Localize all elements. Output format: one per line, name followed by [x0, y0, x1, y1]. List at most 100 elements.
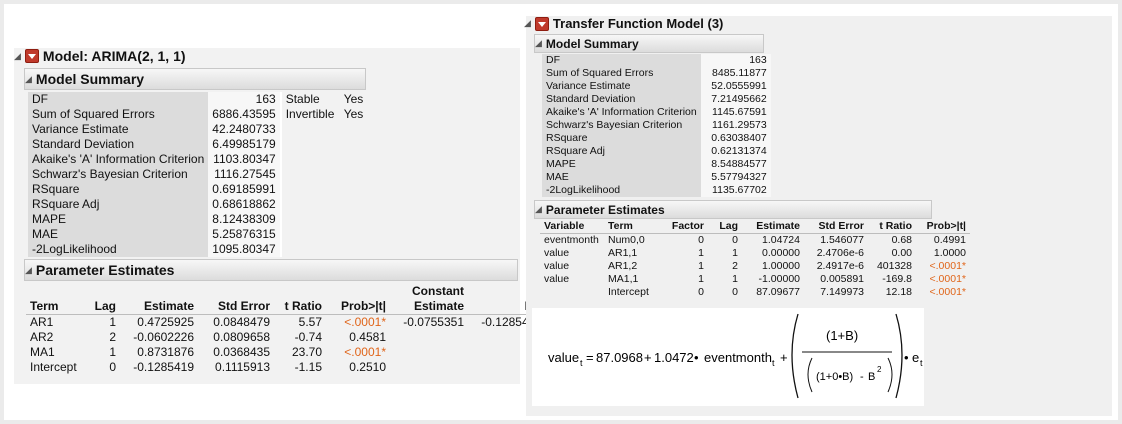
- summary-label: Variance Estimate: [28, 122, 209, 137]
- param-header-top: Constant: [412, 284, 464, 298]
- param-cell: value: [544, 273, 570, 285]
- param-cell: 0.0809658: [213, 330, 270, 344]
- summary-value2: [340, 197, 368, 212]
- param-header[interactable]: Term: [26, 299, 90, 315]
- param-row: MA1 1 0.8731876 0.0368435 23.70 <.0001*: [26, 345, 546, 360]
- disclosure-icon[interactable]: ◢: [535, 38, 542, 49]
- disclosure-icon[interactable]: ◢: [25, 74, 32, 85]
- summary-label2: [282, 152, 340, 167]
- summary-value2: [340, 167, 368, 182]
- param-header[interactable]: Lag: [90, 299, 120, 315]
- model-summary-title: Model Summary: [35, 71, 145, 87]
- eq-lhs: value: [548, 350, 579, 365]
- arima-model-summary-table: DF 163 Stable Yes Sum of Squared Errors 6886.…: [28, 92, 367, 257]
- summary-row: Variance Estimate 52.0555991: [542, 80, 771, 93]
- param-cell: [390, 360, 468, 375]
- summary-value2: Yes: [343, 107, 364, 121]
- param-row: AR1 1 0.4725925 0.0848479 5.57 <.0001* -0.0755…: [26, 315, 546, 331]
- eq-den-minus: -: [860, 371, 864, 383]
- summary-value: 163: [700, 54, 771, 67]
- param-cell: MA1,1: [608, 273, 639, 285]
- disclosure-icon[interactable]: ◢: [14, 51, 21, 62]
- param-cell: 401328: [876, 260, 912, 272]
- summary-value2: [340, 137, 368, 152]
- summary-value: 1135.67702: [700, 184, 771, 197]
- summary-label: Akaike's 'A' Information Criterion: [542, 106, 701, 119]
- summary-value: 1161.29573: [700, 119, 771, 132]
- param-cell: [540, 286, 604, 299]
- tf-parameter-estimates-header[interactable]: ◢ Parameter Estimates: [534, 200, 932, 219]
- summary-value: 5.57794327: [700, 171, 771, 184]
- param-header[interactable]: Prob>|t|: [326, 299, 390, 315]
- summary-row: RSquare 0.63038407: [542, 132, 771, 145]
- param-header[interactable]: t Ratio: [868, 220, 916, 234]
- param-row: value MA1,1 1 1 -1.00000 0.005891 -169.8 <.0001…: [540, 273, 970, 286]
- arima-report-header[interactable]: ◢ Model: ARIMA(2, 1, 1): [14, 48, 186, 64]
- eq-den-close-paren: [887, 357, 893, 393]
- param-cell: -169.8: [882, 273, 912, 285]
- param-header[interactable]: Factor: [662, 220, 708, 234]
- param-cell: -0.0602226: [133, 330, 194, 344]
- param-cell: 0.1115913: [215, 360, 270, 374]
- eq-var-sub: t: [772, 358, 775, 368]
- eq-den-part1: (1+0•B): [816, 371, 853, 383]
- red-triangle-menu-icon[interactable]: [24, 49, 39, 63]
- red-triangle-menu-icon[interactable]: [534, 16, 549, 31]
- disclosure-icon[interactable]: ◢: [25, 265, 32, 276]
- param-cell: 0: [109, 360, 116, 374]
- param-cell: 0.4581: [349, 330, 386, 344]
- summary-label: Akaike's 'A' Information Criterion: [28, 152, 209, 167]
- summary-label: DF: [28, 92, 209, 107]
- model-summary-header[interactable]: ◢ Model Summary: [24, 68, 366, 90]
- param-header[interactable]: t Ratio: [274, 299, 326, 315]
- param-header[interactable]: Variable: [540, 220, 604, 234]
- param-cell: <.0001*: [344, 345, 386, 359]
- summary-label: RSquare Adj: [28, 197, 209, 212]
- summary-value: 0.62131374: [700, 145, 771, 158]
- param-header[interactable]: Prob>|t|: [916, 220, 970, 234]
- param-cell: value: [544, 260, 570, 272]
- summary-label: Variance Estimate: [542, 80, 701, 93]
- summary-label2: [282, 227, 340, 242]
- eq-err: e: [912, 350, 919, 365]
- param-cell: 0.0848479: [213, 315, 270, 329]
- summary-label2: [282, 182, 340, 197]
- summary-value: 0.69185991: [208, 182, 280, 197]
- param-header[interactable]: Estimate: [120, 299, 198, 315]
- param-header[interactable]: Lag: [708, 220, 742, 234]
- param-header[interactable]: Estimate: [390, 299, 468, 315]
- summary-value2: [340, 122, 368, 137]
- param-header[interactable]: Term: [604, 220, 662, 234]
- param-cell: 1: [732, 273, 738, 285]
- summary-label2: [282, 137, 340, 152]
- summary-label: MAE: [28, 227, 209, 242]
- tf-model-summary-header[interactable]: ◢ Model Summary: [534, 34, 764, 53]
- summary-value: 6.49985179: [208, 137, 280, 152]
- summary-label: Standard Deviation: [542, 93, 701, 106]
- param-header[interactable]: Estimate: [742, 220, 804, 234]
- param-cell: Intercept: [608, 286, 649, 298]
- summary-label: -2LogLikelihood: [542, 184, 701, 197]
- transfer-function-header[interactable]: ◢ Transfer Function Model (3): [524, 16, 723, 31]
- eq-const: 87.0968: [596, 350, 643, 365]
- summary-row: Standard Deviation 7.21495662: [542, 93, 771, 106]
- disclosure-icon[interactable]: ◢: [524, 18, 531, 29]
- param-cell: -1.00000: [758, 273, 800, 285]
- summary-label: Sum of Squared Errors: [28, 107, 209, 122]
- summary-row: Schwarz's Bayesian Criterion 1161.29573: [542, 119, 771, 132]
- summary-label: Schwarz's Bayesian Criterion: [28, 167, 209, 182]
- param-cell: 1.00000: [762, 260, 800, 272]
- eq-dot1: •: [694, 350, 699, 365]
- summary-label: -2LogLikelihood: [28, 242, 209, 257]
- model-equation: value t = 87.0968 + 1.0472 • eventmonth …: [548, 313, 923, 399]
- disclosure-icon[interactable]: ◢: [535, 204, 542, 215]
- param-header[interactable]: Std Error: [198, 299, 274, 315]
- param-cell: -1.15: [294, 360, 322, 374]
- eq-var: eventmonth: [704, 350, 772, 365]
- param-header[interactable]: Std Error: [804, 220, 868, 234]
- summary-label2: Stable: [285, 92, 320, 106]
- param-cell: 0.2510: [349, 360, 386, 374]
- param-cell: 0: [698, 286, 704, 298]
- param-cell: [390, 345, 468, 360]
- parameter-estimates-header[interactable]: ◢ Parameter Estimates: [24, 259, 518, 281]
